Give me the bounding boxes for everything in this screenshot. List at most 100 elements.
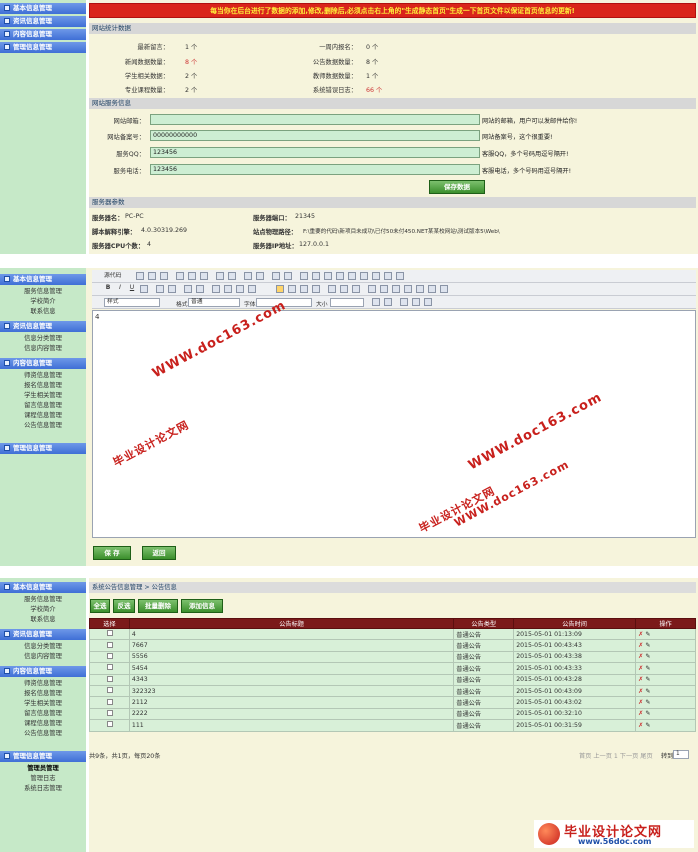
smiley-icon[interactable]: [416, 285, 424, 293]
edit-pencil-icon[interactable]: ✎: [645, 688, 650, 695]
sidebar-item[interactable]: 课程信息管理: [0, 411, 86, 421]
select-all-icon[interactable]: [272, 272, 280, 280]
div-icon[interactable]: [248, 285, 256, 293]
sidebar-item[interactable]: 联系信息: [0, 307, 86, 317]
sidebar-section-resource[interactable]: 资讯信息管理: [0, 16, 86, 27]
batch-delete-button[interactable]: 批量删除: [138, 599, 178, 613]
subscript-icon[interactable]: [156, 285, 164, 293]
indent-icon[interactable]: [224, 285, 232, 293]
pager-nav[interactable]: 首页 上一页 1 下一页 尾页: [579, 751, 653, 760]
bold-icon[interactable]: B: [104, 285, 112, 293]
sidebar-item[interactable]: 学校简介: [0, 297, 86, 307]
sidebar-item[interactable]: 学校简介: [0, 605, 86, 615]
align-right-icon[interactable]: [300, 285, 308, 293]
cut-icon[interactable]: [176, 272, 184, 280]
find-icon[interactable]: [244, 272, 252, 280]
row-checkbox[interactable]: [107, 675, 114, 682]
sidebar-section-admin[interactable]: 管理信息管理: [0, 42, 86, 53]
sidebar-item[interactable]: 师资信息管理: [0, 679, 86, 689]
remove-format-icon[interactable]: [284, 272, 292, 280]
bg-color-icon[interactable]: [384, 298, 392, 306]
sidebar-item[interactable]: 信息内容管理: [0, 344, 86, 354]
strike-icon[interactable]: [140, 285, 148, 293]
hidden-field-icon[interactable]: [396, 272, 404, 280]
format-select[interactable]: 普通: [188, 298, 240, 307]
select-all-button[interactable]: 全选: [90, 599, 110, 613]
align-center-icon[interactable]: [288, 285, 296, 293]
row-checkbox[interactable]: [107, 630, 114, 637]
sidebar-item[interactable]: 公告信息管理: [0, 421, 86, 431]
edit-pencil-icon[interactable]: ✎: [645, 631, 650, 638]
row-checkbox[interactable]: [107, 641, 114, 648]
italic-icon[interactable]: I: [116, 285, 124, 293]
preview-icon[interactable]: [160, 272, 168, 280]
sidebar-item[interactable]: 联系信息: [0, 615, 86, 625]
edit-pencil-icon[interactable]: ✎: [645, 665, 650, 672]
underline-icon[interactable]: U: [128, 285, 136, 293]
edit-pencil-icon[interactable]: ✎: [645, 642, 650, 649]
paste-icon[interactable]: [200, 272, 208, 280]
sidebar-item[interactable]: 报名信息管理: [0, 689, 86, 699]
edit-pencil-icon[interactable]: ✎: [645, 722, 650, 729]
textarea-icon[interactable]: [348, 272, 356, 280]
notice-title[interactable]: 7667: [128, 639, 455, 652]
special-char-icon[interactable]: [428, 285, 436, 293]
email-field[interactable]: [150, 114, 480, 125]
sidebar-item[interactable]: 信息内容管理: [0, 652, 86, 662]
image-icon[interactable]: [368, 285, 376, 293]
source-code-button[interactable]: 源代码: [104, 272, 124, 280]
bullet-list-icon[interactable]: [196, 285, 204, 293]
radio-icon[interactable]: [324, 272, 332, 280]
sidebar-section-content[interactable]: 内容信息管理: [0, 29, 86, 40]
icp-number-field[interactable]: 00000000000: [150, 130, 480, 141]
row-checkbox[interactable]: [107, 664, 114, 671]
sidebar-item-admin-manage[interactable]: 管理员管理: [0, 764, 86, 774]
save-data-button[interactable]: 保存数据: [429, 180, 485, 194]
sidebar-section-basic[interactable]: 基本信息管理: [0, 3, 86, 14]
sidebar-item[interactable]: 公告信息管理: [0, 729, 86, 739]
add-info-button[interactable]: 添加信息: [181, 599, 223, 613]
sidebar-section-content[interactable]: 内容信息管理: [0, 358, 86, 369]
notice-title[interactable]: 111: [128, 719, 455, 732]
numbered-list-icon[interactable]: [184, 285, 192, 293]
anchor-icon[interactable]: [352, 285, 360, 293]
delete-icon[interactable]: ✗: [638, 665, 643, 672]
sidebar-section-content[interactable]: 内容信息管理: [0, 666, 86, 677]
horizontal-rule-icon[interactable]: [404, 285, 412, 293]
notice-title[interactable]: 5556: [128, 650, 455, 664]
delete-icon[interactable]: ✗: [638, 699, 643, 706]
notice-title[interactable]: 4: [128, 627, 455, 641]
delete-icon[interactable]: ✗: [638, 631, 643, 638]
row-checkbox[interactable]: [107, 687, 114, 694]
table-icon[interactable]: [392, 285, 400, 293]
delete-icon[interactable]: ✗: [638, 676, 643, 683]
delete-icon[interactable]: ✗: [638, 688, 643, 695]
notice-title[interactable]: 2222: [128, 707, 455, 721]
textfield-icon[interactable]: [336, 272, 344, 280]
edit-pencil-icon[interactable]: ✎: [645, 676, 650, 683]
superscript-icon[interactable]: [168, 285, 176, 293]
row-checkbox[interactable]: [107, 698, 114, 705]
sidebar-item[interactable]: 服务信息管理: [0, 595, 86, 605]
button-icon[interactable]: [372, 272, 380, 280]
sidebar-item[interactable]: 留言信息管理: [0, 401, 86, 411]
undo-icon[interactable]: [216, 272, 224, 280]
save-button[interactable]: 保 存: [93, 546, 131, 560]
back-button[interactable]: 返回: [142, 546, 176, 560]
unlink-icon[interactable]: [340, 285, 348, 293]
align-left-icon[interactable]: [276, 285, 284, 293]
sidebar-item[interactable]: 学生相关管理: [0, 391, 86, 401]
sidebar-item[interactable]: 学生相关管理: [0, 699, 86, 709]
about-icon[interactable]: [424, 298, 432, 306]
edit-pencil-icon[interactable]: ✎: [645, 710, 650, 717]
delete-icon[interactable]: ✗: [638, 653, 643, 660]
sidebar-item[interactable]: 留言信息管理: [0, 709, 86, 719]
flash-icon[interactable]: [380, 285, 388, 293]
sidebar-section-basic[interactable]: 基本信息管理: [0, 582, 86, 593]
invert-select-button[interactable]: 反选: [113, 599, 135, 613]
page-break-icon[interactable]: [440, 285, 448, 293]
qq-field[interactable]: 123456: [150, 147, 480, 158]
sidebar-item[interactable]: 信息分类管理: [0, 642, 86, 652]
sidebar-section-basic[interactable]: 基本信息管理: [0, 274, 86, 285]
outdent-icon[interactable]: [212, 285, 220, 293]
